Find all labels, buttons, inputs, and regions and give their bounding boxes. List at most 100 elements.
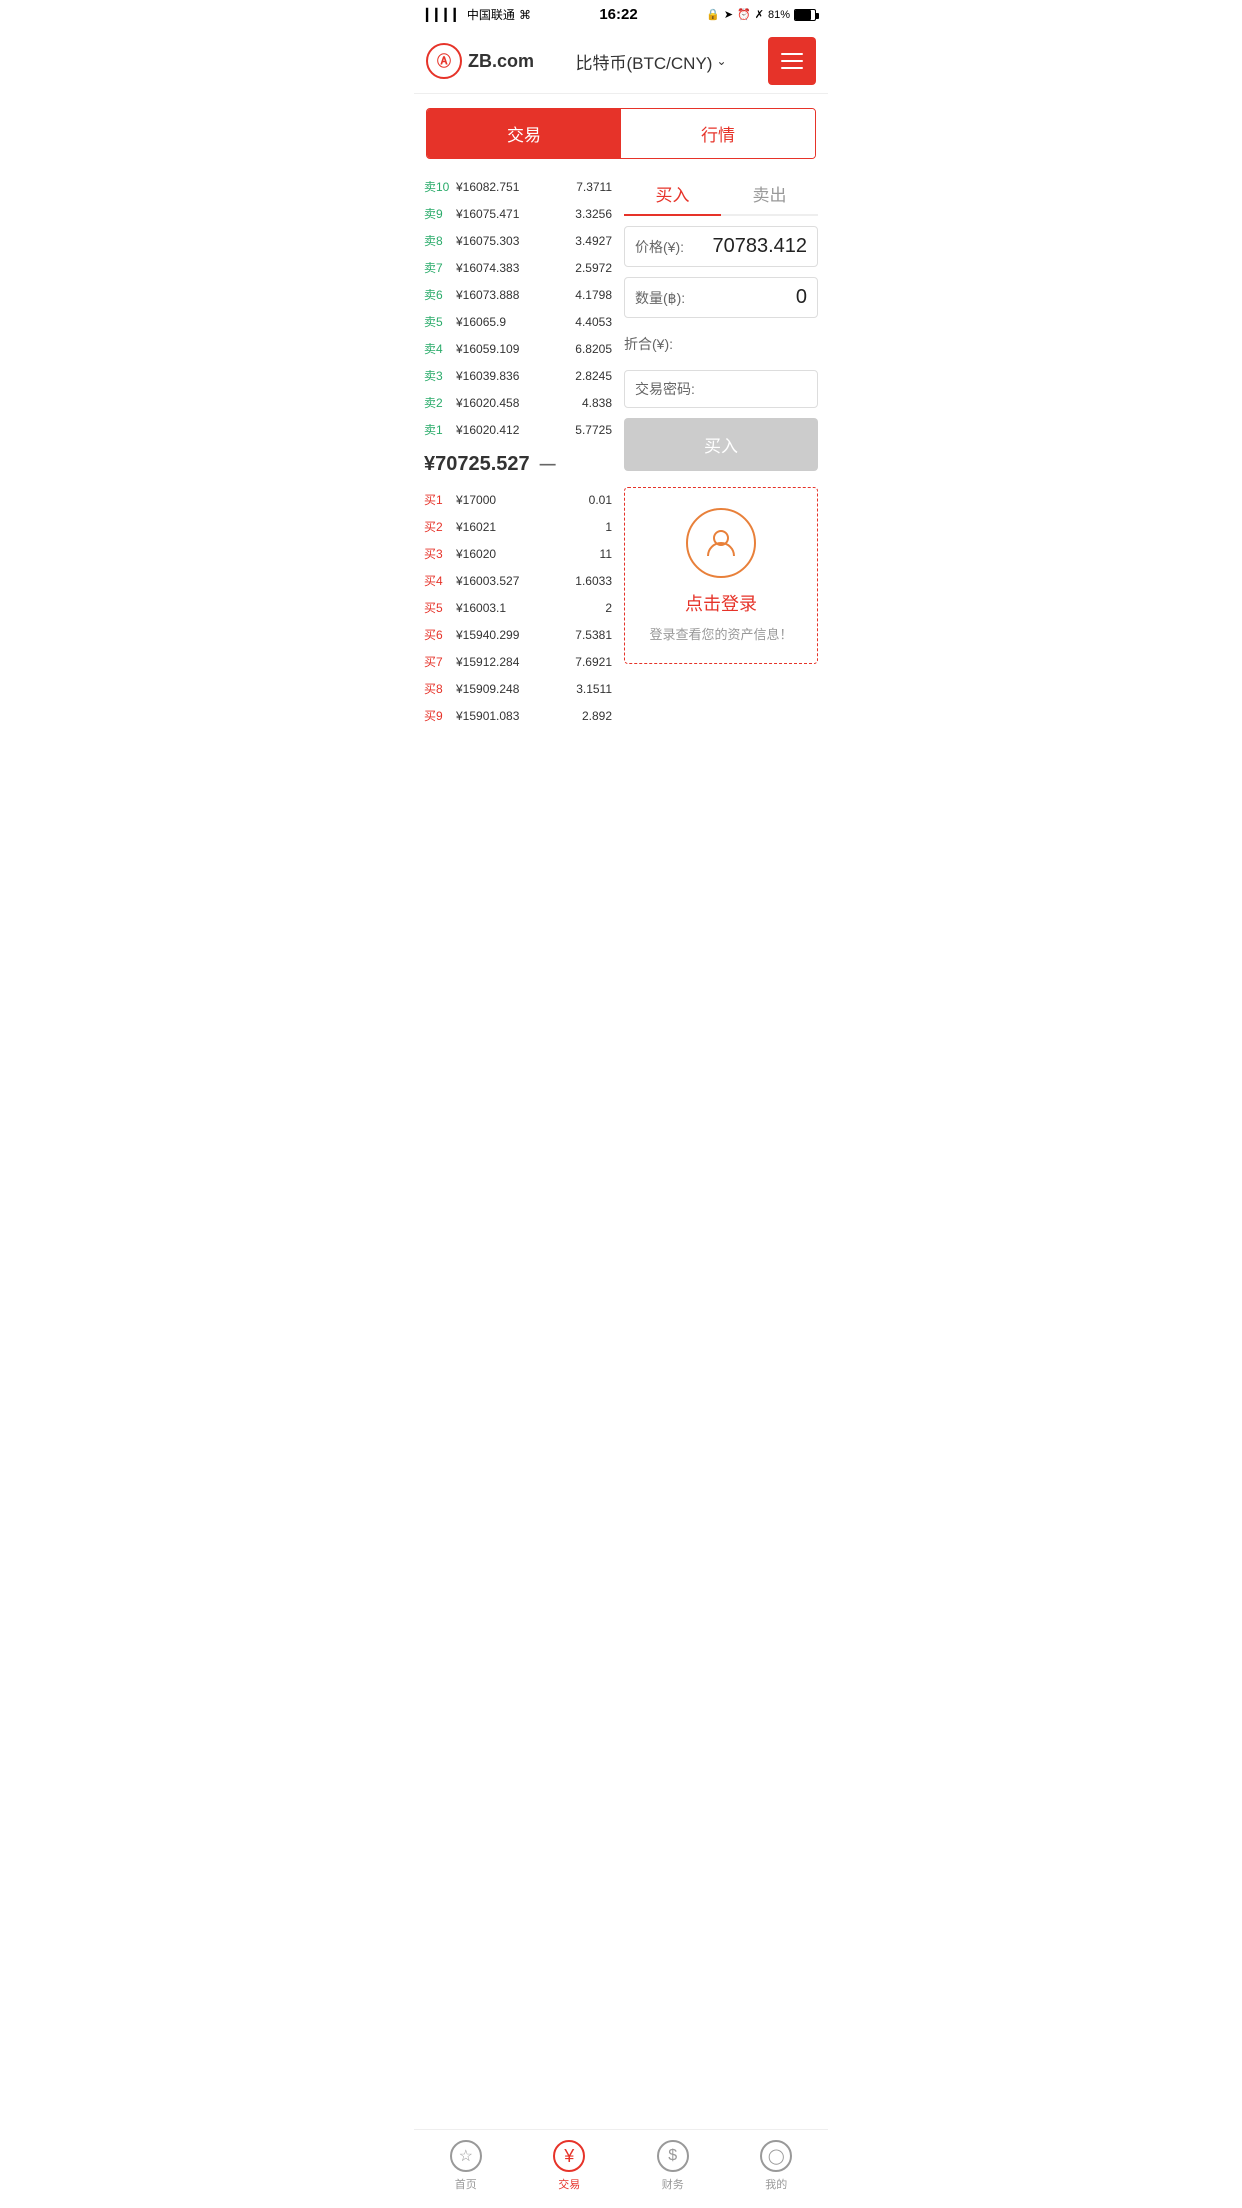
sell-orders: 卖10 ¥16082.751 7.3711 卖9 ¥16075.471 3.32…	[418, 173, 618, 443]
sell-price: ¥16073.888	[452, 288, 575, 302]
menu-line-1	[781, 53, 803, 55]
nav-home-label: 首页	[455, 2176, 477, 2192]
buy-qty: 1.6033	[575, 574, 612, 588]
sell-order-row[interactable]: 卖6 ¥16073.888 4.1798	[418, 281, 618, 308]
mid-price-row: ¥70725.527 —	[418, 443, 618, 486]
sell-price: ¥16065.9	[452, 315, 575, 329]
buy-qty: 2	[605, 601, 612, 615]
buy-button[interactable]: 买入	[624, 418, 818, 471]
nav-home[interactable]: ☆ 首页	[414, 2140, 518, 2192]
bottom-nav: ☆ 首页 ¥ 交易 $ 财务 ◯ 我的	[414, 2129, 828, 2208]
sell-label: 卖6	[424, 286, 452, 303]
password-field[interactable]: 交易密码:	[624, 370, 818, 408]
quantity-field[interactable]: 数量(฿): 0	[624, 277, 818, 318]
sell-label: 卖9	[424, 205, 452, 222]
signal-icon: ▎▎▎▎	[426, 8, 463, 22]
login-area[interactable]: 点击登录 登录查看您的资产信息！	[624, 487, 818, 664]
sell-price: ¥16039.836	[452, 369, 575, 383]
carrier-info: ▎▎▎▎ 中国联通 ⌘	[426, 6, 531, 23]
sell-order-row[interactable]: 卖9 ¥16075.471 3.3256	[418, 200, 618, 227]
sell-label: 卖3	[424, 367, 452, 384]
buy-label: 买6	[424, 626, 452, 643]
buy-label: 买1	[424, 491, 452, 508]
nav-finance[interactable]: $ 财务	[621, 2140, 725, 2192]
password-label: 交易密码:	[635, 379, 695, 399]
sell-qty: 5.7725	[575, 423, 612, 437]
tab-trade[interactable]: 交易	[427, 109, 621, 158]
buy-label: 买4	[424, 572, 452, 589]
buy-label: 买9	[424, 707, 452, 724]
menu-button[interactable]	[768, 37, 816, 85]
sell-order-row[interactable]: 卖7 ¥16074.383 2.5972	[418, 254, 618, 281]
login-text[interactable]: 点击登录	[635, 590, 807, 616]
lock-icon: 🔒	[706, 8, 720, 21]
sell-qty: 4.838	[582, 396, 612, 410]
buy-sell-tabs: 买入 卖出	[624, 173, 818, 216]
sell-qty: 2.8245	[575, 369, 612, 383]
page-title[interactable]: 比特币(BTC/CNY) ⌄	[576, 49, 727, 74]
nav-profile[interactable]: ◯ 我的	[725, 2140, 829, 2192]
buy-order-row[interactable]: 买5 ¥16003.1 2	[418, 594, 618, 621]
buy-order-row[interactable]: 买6 ¥15940.299 7.5381	[418, 621, 618, 648]
buy-qty: 7.5381	[575, 628, 612, 642]
buy-order-row[interactable]: 买3 ¥16020 11	[418, 540, 618, 567]
trade-panel: 买入 卖出 价格(¥): 70783.412 数量(฿): 0 折合(¥): 交…	[618, 173, 824, 729]
sell-order-row[interactable]: 卖5 ¥16065.9 4.4053	[418, 308, 618, 335]
nav-trade[interactable]: ¥ 交易	[518, 2140, 622, 2192]
buy-label: 买5	[424, 599, 452, 616]
status-bar: ▎▎▎▎ 中国联通 ⌘ 16:22 🔒 ➤ ⏰ ✗ 81%	[414, 0, 828, 29]
buy-qty: 2.892	[582, 709, 612, 723]
sell-order-row[interactable]: 卖1 ¥16020.412 5.7725	[418, 416, 618, 443]
buy-order-row[interactable]: 买9 ¥15901.083 2.892	[418, 702, 618, 729]
main-content: 卖10 ¥16082.751 7.3711 卖9 ¥16075.471 3.32…	[414, 173, 828, 729]
buy-order-row[interactable]: 买4 ¥16003.527 1.6033	[418, 567, 618, 594]
user-avatar-icon	[686, 508, 756, 578]
sell-label: 卖2	[424, 394, 452, 411]
sell-qty: 3.3256	[575, 207, 612, 221]
buy-order-row[interactable]: 买7 ¥15912.284 7.6921	[418, 648, 618, 675]
sell-order-row[interactable]: 卖4 ¥16059.109 6.8205	[418, 335, 618, 362]
carrier-name: 中国联通	[467, 6, 515, 23]
price-label: 价格(¥):	[635, 237, 684, 257]
qty-value: 0	[796, 286, 807, 309]
sell-label: 卖5	[424, 313, 452, 330]
total-field: 折合(¥):	[624, 328, 818, 360]
buy-price: ¥15912.284	[452, 655, 575, 669]
home-icon: ☆	[450, 2140, 482, 2172]
tab-market[interactable]: 行情	[621, 109, 815, 158]
sell-qty: 4.1798	[575, 288, 612, 302]
sell-order-row[interactable]: 卖10 ¥16082.751 7.3711	[418, 173, 618, 200]
buy-price: ¥15940.299	[452, 628, 575, 642]
sell-qty: 6.8205	[575, 342, 612, 356]
price-field[interactable]: 价格(¥): 70783.412	[624, 226, 818, 267]
sell-price: ¥16020.412	[452, 423, 575, 437]
buy-label: 买2	[424, 518, 452, 535]
profile-icon: ◯	[760, 2140, 792, 2172]
logo-area: Ⓐ ZB.com	[426, 43, 534, 79]
finance-icon: $	[657, 2140, 689, 2172]
sell-order-row[interactable]: 卖8 ¥16075.303 3.4927	[418, 227, 618, 254]
tab-buy[interactable]: 买入	[624, 173, 721, 216]
login-desc: 登录查看您的资产信息！	[635, 624, 807, 643]
sell-price: ¥16074.383	[452, 261, 575, 275]
sell-order-row[interactable]: 卖2 ¥16020.458 4.838	[418, 389, 618, 416]
sell-price: ¥16082.751	[452, 180, 576, 194]
buy-label: 买7	[424, 653, 452, 670]
mid-price-arrow: —	[540, 456, 556, 474]
nav-profile-label: 我的	[765, 2176, 787, 2192]
buy-price: ¥15901.083	[452, 709, 582, 723]
time-display: 16:22	[599, 6, 637, 23]
buy-order-row[interactable]: 买8 ¥15909.248 3.1511	[418, 675, 618, 702]
qty-label: 数量(฿):	[635, 288, 685, 308]
buy-order-row[interactable]: 买1 ¥17000 0.01	[418, 486, 618, 513]
buy-order-row[interactable]: 买2 ¥16021 1	[418, 513, 618, 540]
sell-label: 卖1	[424, 421, 452, 438]
chevron-down-icon: ⌄	[716, 54, 726, 68]
buy-price: ¥16020	[452, 547, 600, 561]
order-book: 卖10 ¥16082.751 7.3711 卖9 ¥16075.471 3.32…	[418, 173, 618, 729]
buy-qty: 0.01	[589, 493, 612, 507]
sell-order-row[interactable]: 卖3 ¥16039.836 2.8245	[418, 362, 618, 389]
sell-price: ¥16020.458	[452, 396, 582, 410]
mid-price-value: ¥70725.527	[424, 453, 530, 476]
tab-sell[interactable]: 卖出	[721, 173, 818, 214]
